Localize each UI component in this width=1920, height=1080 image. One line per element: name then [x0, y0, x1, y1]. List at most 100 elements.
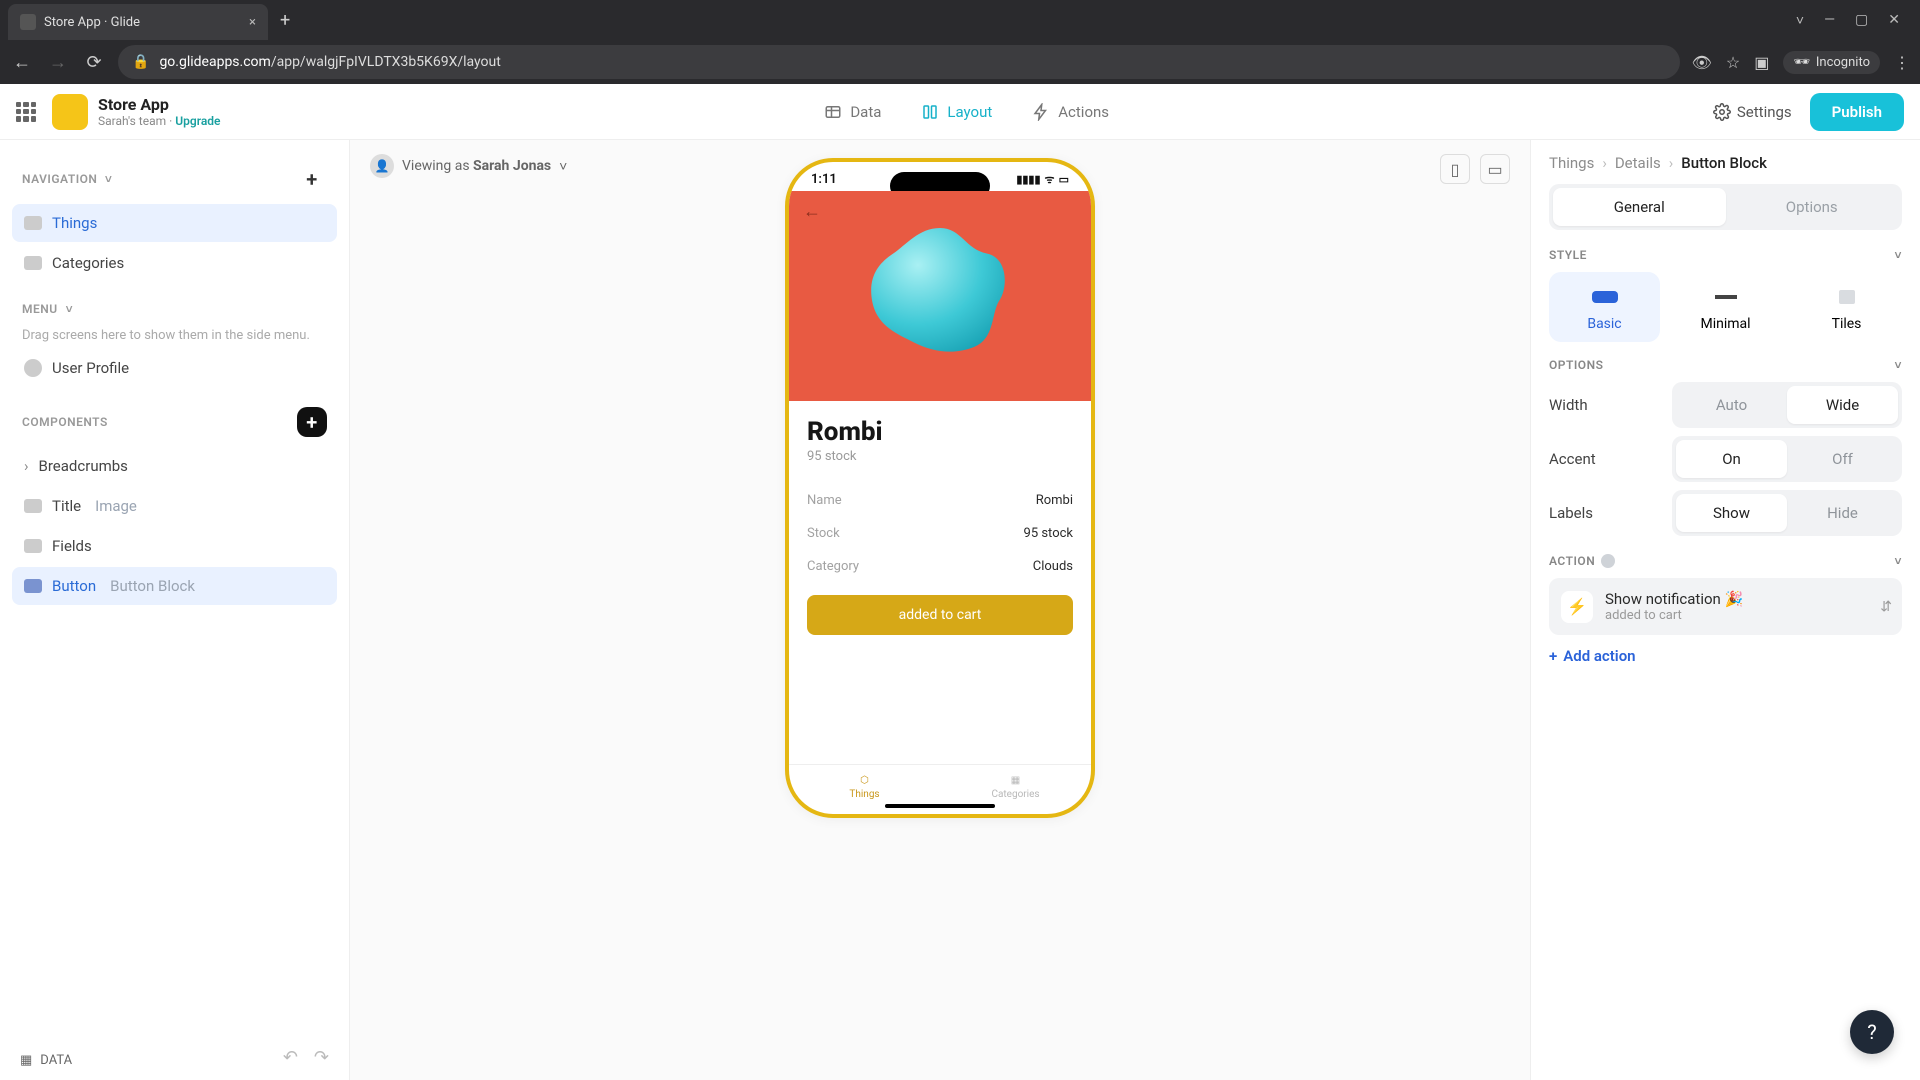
- settings-link[interactable]: Settings: [1713, 103, 1792, 121]
- app-header: Store App Sarah's team · Upgrade Data La…: [0, 84, 1920, 140]
- add-action-button[interactable]: + Add action: [1549, 647, 1902, 665]
- add-nav-button[interactable]: +: [297, 164, 327, 194]
- status-time: 1:11: [811, 172, 837, 187]
- help-button[interactable]: ?: [1850, 1010, 1894, 1054]
- tab-general[interactable]: General: [1553, 188, 1726, 226]
- avatar: 👤: [370, 154, 394, 178]
- eye-off-icon[interactable]: 👁: [1692, 53, 1712, 72]
- viewing-as[interactable]: 👤 Viewing as Sarah Jonas ˅: [370, 154, 567, 178]
- sort-icon[interactable]: ⇵: [1880, 599, 1892, 615]
- component-button[interactable]: Button Button Block: [12, 567, 337, 605]
- browser-tab[interactable]: Store App · Glide ×: [8, 4, 268, 40]
- panel-icon[interactable]: ▣: [1754, 53, 1769, 72]
- things-icon: ⬡: [860, 775, 869, 786]
- components-heading: COMPONENTS: [22, 415, 108, 429]
- tab-layout[interactable]: Layout: [917, 97, 996, 127]
- style-minimal[interactable]: Minimal: [1670, 272, 1781, 342]
- width-auto[interactable]: Auto: [1676, 386, 1787, 424]
- crumb-details[interactable]: Details: [1615, 154, 1661, 172]
- field-row: Stock 95 stock: [807, 517, 1073, 550]
- gear-icon: [1713, 103, 1731, 121]
- chevron-down-icon[interactable]: ˅: [1894, 554, 1902, 568]
- battery-icon: ▭: [1059, 173, 1069, 186]
- kebab-menu-icon[interactable]: ⋮: [1894, 53, 1910, 72]
- phone-preview: 1:11 ▮▮▮▮ ᯤ ▭ ←: [785, 158, 1095, 818]
- chevron-down-icon[interactable]: ˅: [101, 172, 112, 186]
- list-icon: [24, 216, 42, 230]
- app-switcher-icon[interactable]: [16, 102, 36, 122]
- style-basic[interactable]: Basic: [1549, 272, 1660, 342]
- crumb-current: Button Block: [1681, 154, 1767, 172]
- add-component-button[interactable]: +: [297, 407, 327, 437]
- wifi-icon: ᯤ: [1045, 172, 1055, 187]
- chevron-down-icon[interactable]: ˅: [66, 302, 74, 316]
- action-heading: ACTION: [1549, 554, 1595, 568]
- title-icon: [24, 499, 42, 513]
- action-title: Show notification 🎉: [1605, 590, 1743, 608]
- bookmark-icon[interactable]: ☆: [1726, 53, 1740, 72]
- hero-image: ←: [789, 191, 1091, 401]
- component-fields[interactable]: Fields: [12, 527, 337, 565]
- nav-tab-categories[interactable]: ▦ Categories: [940, 775, 1091, 800]
- reload-button[interactable]: ⟳: [82, 52, 106, 73]
- action-subtitle: added to cart: [1605, 608, 1743, 623]
- nav-tab-things[interactable]: ⬡ Things: [789, 775, 940, 800]
- tab-data[interactable]: Data: [820, 97, 885, 127]
- back-button[interactable]: ←: [10, 52, 34, 73]
- incognito-badge[interactable]: 🕶 Incognito: [1783, 51, 1880, 74]
- labels-hide[interactable]: Hide: [1787, 494, 1898, 532]
- width-label: Width: [1549, 396, 1588, 414]
- window-minimize-icon[interactable]: —: [1824, 12, 1835, 29]
- tab-title: Store App · Glide: [44, 15, 140, 30]
- info-icon[interactable]: [1601, 554, 1615, 568]
- crumb-things[interactable]: Things: [1549, 154, 1594, 172]
- forward-button: →: [46, 52, 70, 73]
- tabs-dropdown-icon[interactable]: ˅: [1796, 12, 1804, 29]
- data-link[interactable]: ▦ DATA: [20, 1053, 72, 1068]
- redo-button: ↷: [314, 1047, 329, 1068]
- accent-on[interactable]: On: [1676, 440, 1787, 478]
- url-bar[interactable]: 🔒 go.glideapps.com/app/walgjFpIVLDTX3b5K…: [118, 45, 1680, 79]
- nav-item-categories[interactable]: Categories: [12, 244, 337, 282]
- menu-hint: Drag screens here to show them in the si…: [12, 324, 337, 347]
- chevron-down-icon[interactable]: ˅: [559, 158, 567, 175]
- accent-label: Accent: [1549, 450, 1596, 468]
- url-host: go.glideapps.com: [159, 54, 270, 70]
- table-icon: ▦: [20, 1053, 32, 1068]
- chevron-right-icon: ›: [1669, 154, 1674, 172]
- action-card[interactable]: ⚡ Show notification 🎉 added to cart ⇵: [1549, 578, 1902, 635]
- nav-item-things[interactable]: Things: [12, 204, 337, 242]
- chevron-down-icon[interactable]: ˅: [1894, 248, 1902, 262]
- add-to-cart-button[interactable]: added to cart: [807, 595, 1073, 635]
- actions-icon: [1032, 103, 1050, 121]
- options-heading: OPTIONS: [1549, 358, 1603, 372]
- new-tab-button[interactable]: +: [280, 10, 290, 31]
- upgrade-link[interactable]: Upgrade: [175, 114, 220, 128]
- menu-item-user-profile[interactable]: User Profile: [12, 349, 337, 387]
- back-arrow-icon[interactable]: ←: [803, 201, 821, 222]
- width-wide[interactable]: Wide: [1787, 386, 1898, 424]
- breadcrumb: Things › Details › Button Block: [1549, 154, 1902, 172]
- component-breadcrumbs[interactable]: › Breadcrumbs: [12, 447, 337, 485]
- window-close-icon[interactable]: ✕: [1888, 12, 1900, 29]
- home-indicator: [885, 804, 995, 808]
- publish-button[interactable]: Publish: [1810, 93, 1904, 131]
- table-icon: [824, 103, 842, 121]
- incognito-label: Incognito: [1816, 55, 1870, 70]
- bolt-icon: ⚡: [1561, 591, 1593, 623]
- device-phone-button[interactable]: ▯: [1440, 154, 1470, 184]
- right-panel: Things › Details › Button Block General …: [1530, 140, 1920, 1080]
- tab-actions[interactable]: Actions: [1028, 97, 1113, 127]
- tab-options[interactable]: Options: [1726, 188, 1899, 226]
- style-tiles[interactable]: Tiles: [1791, 272, 1902, 342]
- app-subtitle: Sarah's team · Upgrade: [98, 114, 220, 128]
- tab-close-icon[interactable]: ×: [249, 15, 256, 30]
- component-title[interactable]: Title Image: [12, 487, 337, 525]
- width-segmented: Auto Wide: [1672, 382, 1902, 428]
- undo-button[interactable]: ↶: [283, 1047, 298, 1068]
- labels-show[interactable]: Show: [1676, 494, 1787, 532]
- window-maximize-icon[interactable]: ▢: [1855, 12, 1868, 29]
- chevron-down-icon[interactable]: ˅: [1894, 358, 1902, 372]
- accent-off[interactable]: Off: [1787, 440, 1898, 478]
- device-tablet-button[interactable]: ▭: [1480, 154, 1510, 184]
